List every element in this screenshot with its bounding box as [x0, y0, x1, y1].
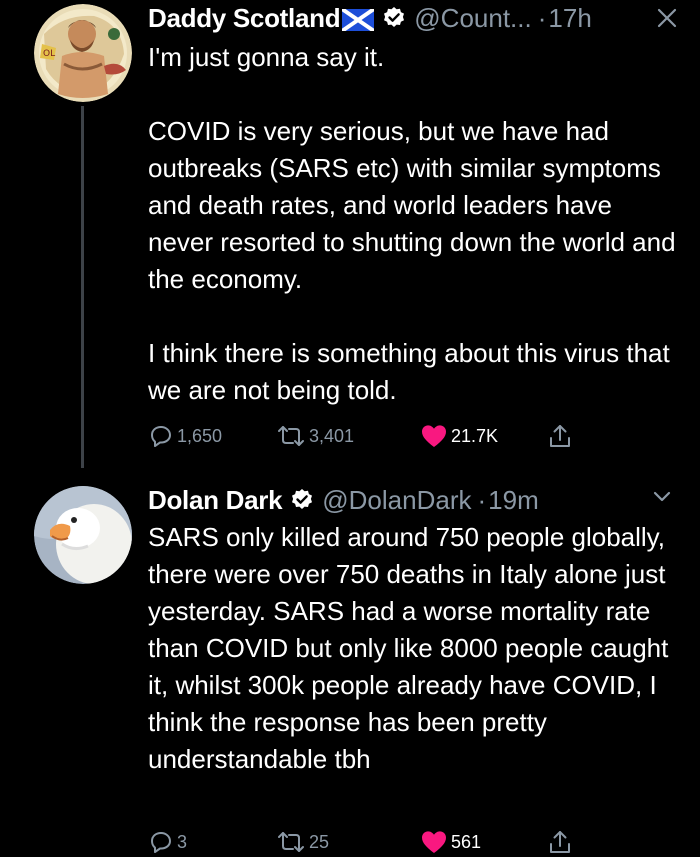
reply-count: 3	[177, 831, 188, 852]
verified-badge-icon	[290, 488, 314, 512]
reply-button[interactable]: 3	[148, 827, 187, 857]
share-icon	[550, 831, 570, 853]
timestamp[interactable]: 17h	[548, 3, 591, 34]
tweet-actions: 1,650 3,401 21.7K	[148, 421, 598, 451]
avatar-image	[34, 486, 132, 584]
tweet-header: Daddy Scotland @Count... · 17h	[148, 0, 680, 36]
share-icon	[550, 425, 570, 447]
tweet[interactable]: Dolan Dark @DolanDark · 19m SARS only ki…	[0, 476, 700, 856]
like-button[interactable]: 21.7K	[420, 421, 498, 451]
verified-badge-icon	[382, 6, 406, 30]
scotland-flag-icon	[341, 7, 376, 33]
share-button[interactable]	[548, 421, 572, 451]
like-button[interactable]: 561	[420, 827, 481, 857]
like-count: 561	[451, 831, 482, 852]
reply-icon	[151, 426, 171, 447]
reply-count: 1,650	[177, 425, 223, 446]
separator-dot: ·	[537, 2, 547, 33]
retweet-button[interactable]: 25	[276, 827, 329, 857]
avatar[interactable]: OL	[34, 4, 132, 102]
tweet-text: I'm just gonna say it. COVID is very ser…	[148, 42, 676, 405]
close-icon[interactable]	[656, 7, 678, 29]
reply-button[interactable]: 1,650	[148, 421, 222, 451]
heart-icon	[422, 831, 446, 853]
handle[interactable]: @DolanDark	[322, 485, 471, 516]
retweet-button[interactable]: 3,401	[276, 421, 354, 451]
thread-line	[81, 106, 84, 468]
tweet-actions: 3 25 561	[148, 827, 598, 857]
like-count: 21.7K	[451, 425, 499, 446]
reply-icon	[151, 832, 171, 853]
svg-text:OL: OL	[43, 49, 55, 59]
tweet-header: Dolan Dark @DolanDark · 19m	[148, 482, 680, 518]
display-name[interactable]: Dolan Dark	[148, 485, 283, 516]
retweet-icon	[278, 832, 304, 852]
retweet-icon	[278, 426, 304, 446]
heart-icon	[422, 425, 446, 447]
share-button[interactable]	[548, 827, 572, 857]
retweet-count: 25	[309, 831, 330, 852]
handle[interactable]: @Count...	[414, 3, 531, 34]
chevron-down-icon[interactable]	[652, 490, 672, 504]
tweet-text: SARS only killed around 750 people globa…	[148, 522, 676, 774]
display-name[interactable]: Daddy Scotland	[148, 3, 341, 34]
separator-dot: ·	[477, 484, 487, 515]
avatar[interactable]	[34, 486, 132, 584]
timestamp[interactable]: 19m	[488, 485, 539, 516]
avatar-image: OL	[34, 4, 132, 102]
retweet-count: 3,401	[309, 425, 355, 446]
tweet[interactable]: OL Daddy Scotland @Count... · 17h I'm ju…	[0, 0, 700, 468]
